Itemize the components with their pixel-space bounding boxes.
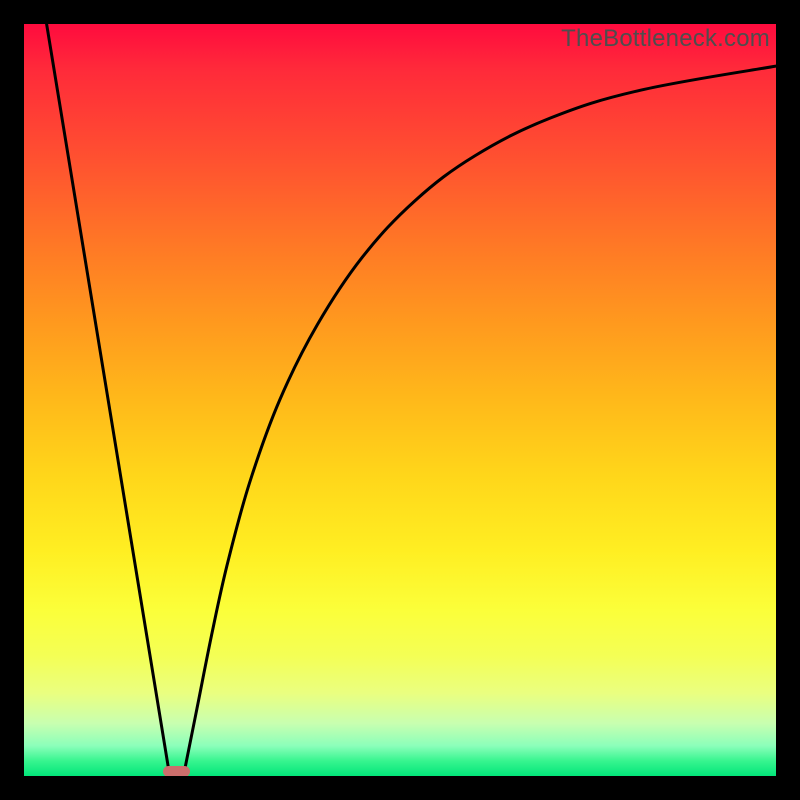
right-curve (184, 66, 776, 772)
chart-container: TheBottleneck.com (0, 0, 800, 800)
minimum-marker (163, 766, 190, 776)
plot-area: TheBottleneck.com (24, 24, 776, 776)
left-line (47, 24, 170, 772)
chart-lines (24, 24, 776, 776)
